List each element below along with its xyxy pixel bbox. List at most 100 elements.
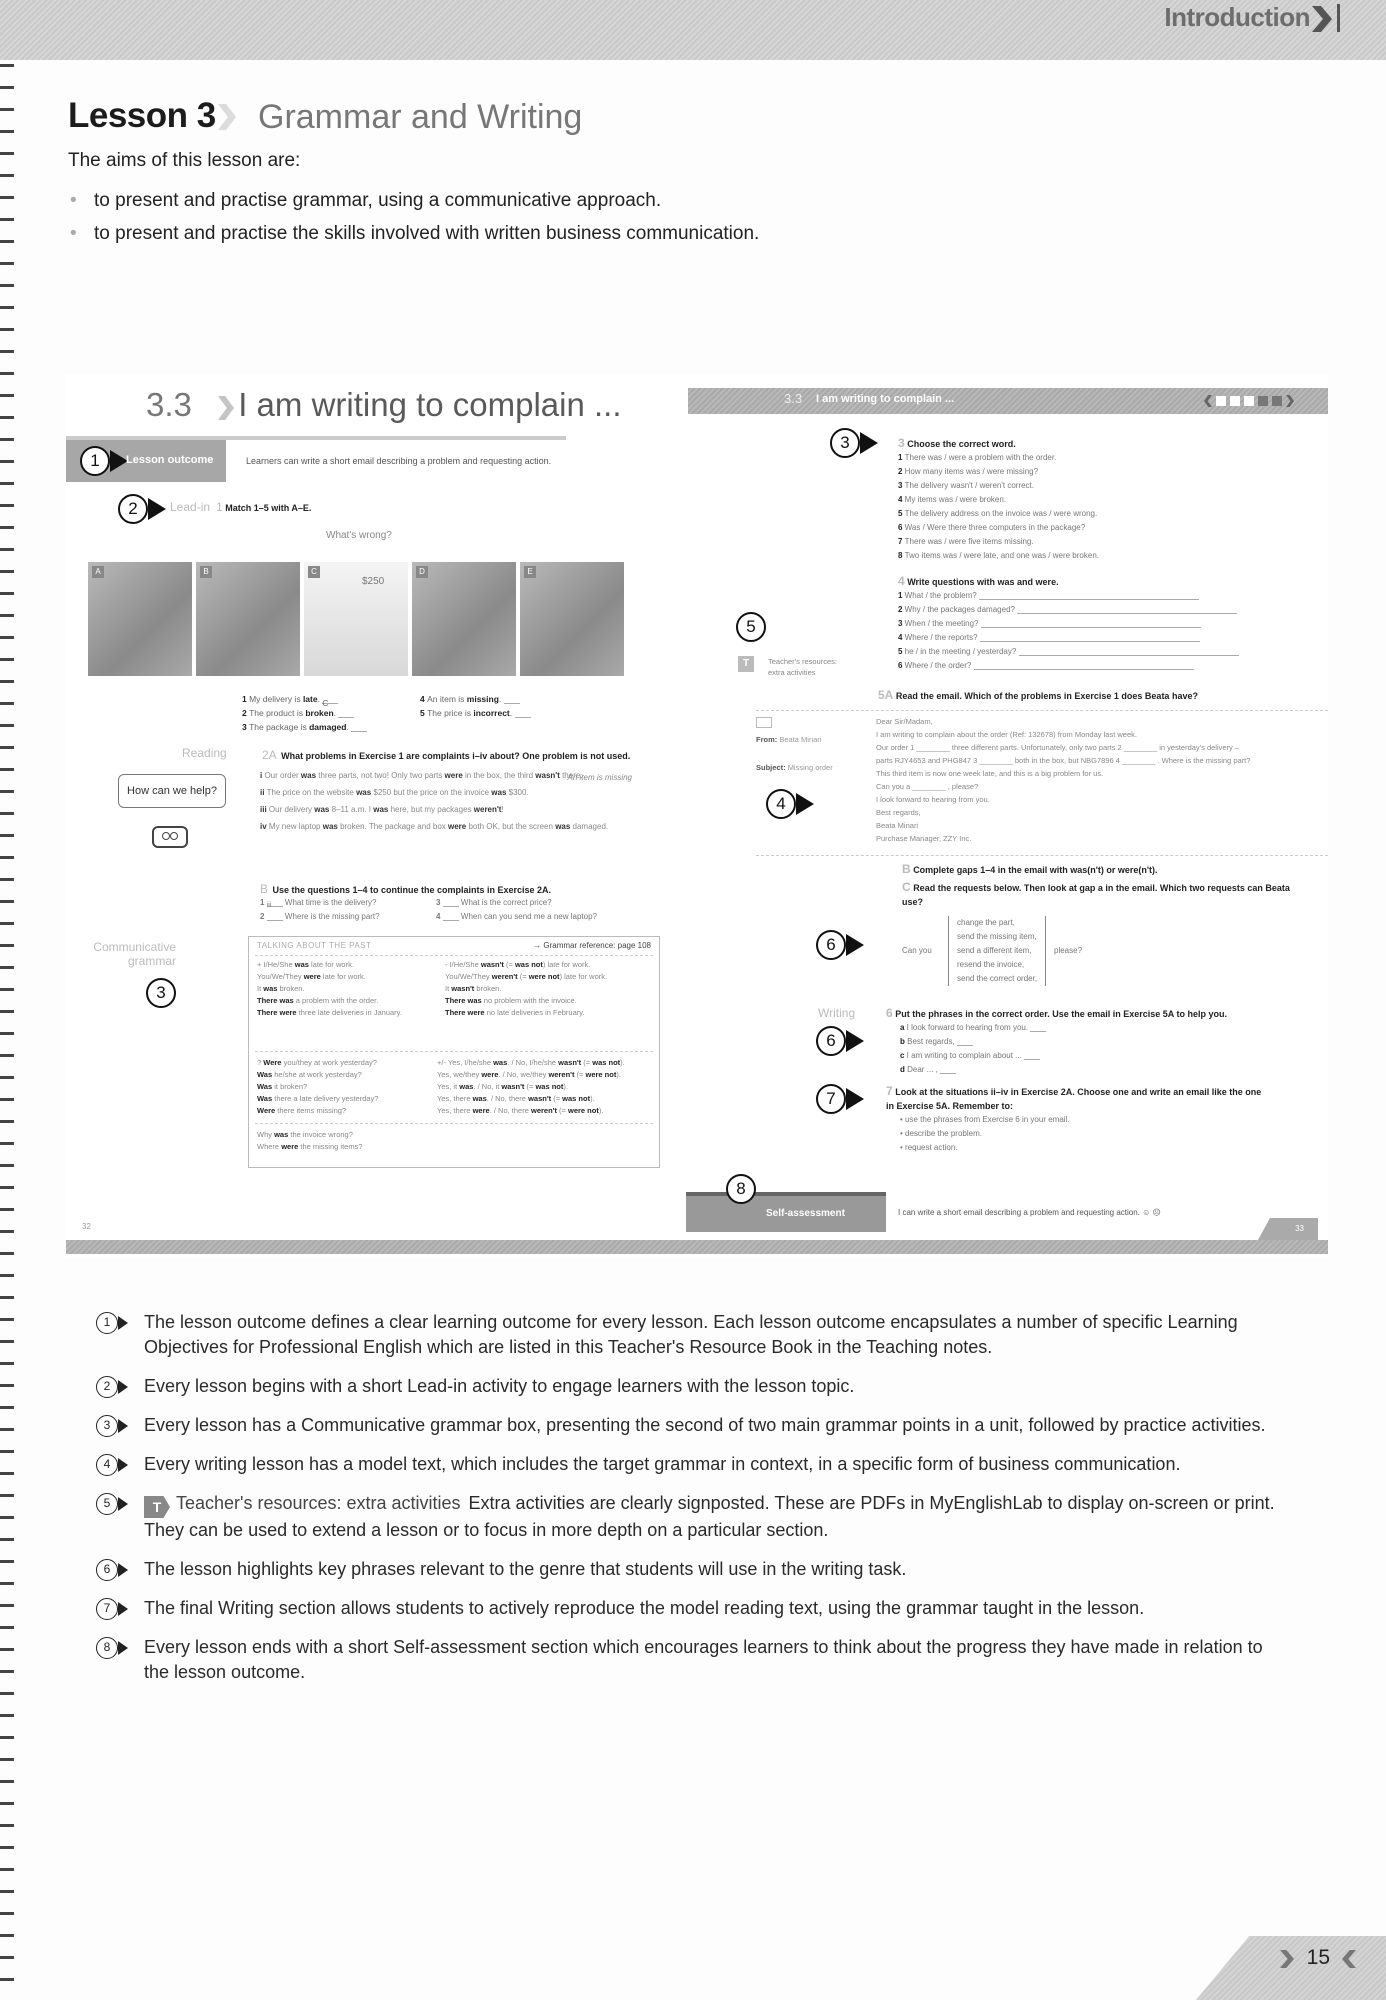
bullet-item: • describe the problem.	[900, 1129, 982, 1138]
grammar-reference-link[interactable]: → Grammar reference: page 108	[533, 941, 651, 950]
answer-blank[interactable]	[266, 913, 283, 921]
lesson-dot[interactable]	[1230, 396, 1240, 406]
item-text: Two items was / were late, and one was /…	[904, 551, 1099, 560]
spiral-ring	[0, 504, 14, 507]
email-body: Dear Sir/Madam, I am writing to complain …	[876, 715, 1256, 845]
grammar-line: There were no late deliveries in Februar…	[445, 1008, 585, 1017]
answer-blank[interactable]	[338, 710, 355, 718]
lesson-dot[interactable]	[1216, 396, 1226, 406]
exercise-item: 3 The delivery wasn't / weren't correct.	[898, 479, 1318, 493]
answer-blank[interactable]	[940, 1066, 957, 1074]
grammar-line: You/We/They weren't (= were not) late fo…	[445, 972, 608, 981]
grammar-line: There was a problem with the order.	[257, 996, 379, 1005]
callout-marker: 2	[118, 494, 148, 524]
lesson-dot[interactable]	[1258, 396, 1268, 406]
note-item: 2 Every lesson begins with a short Lead-i…	[96, 1374, 1276, 1399]
answer-blank[interactable]	[503, 696, 520, 704]
item-number: 2	[260, 912, 267, 921]
item-text: The delivery address on the invoice was …	[904, 509, 1098, 518]
spiral-ring	[0, 636, 14, 639]
spiral-ring	[0, 1538, 14, 1541]
chevron-right-icon[interactable]	[1286, 395, 1294, 407]
item-text: What / the problem?	[904, 591, 979, 600]
answer-blank[interactable]	[514, 710, 531, 718]
spiral-ring	[0, 1054, 14, 1057]
photo-tag: A	[92, 566, 104, 578]
answer-blank[interactable]	[442, 913, 459, 921]
chevron-left-icon[interactable]	[1204, 395, 1212, 407]
grammar-positive: + I/He/She was late for work. You/We/They…	[257, 959, 437, 1019]
email-line: Purchase Manager, ZZY Inc.	[876, 834, 972, 843]
spiral-ring	[0, 592, 14, 595]
spiral-ring	[0, 1846, 14, 1849]
callout-arrow-icon	[118, 1380, 128, 1394]
spiral-ring	[0, 1560, 14, 1563]
spiral-ring	[0, 658, 14, 661]
answer-blank[interactable]	[1024, 1052, 1041, 1060]
aims-list: to present and practise grammar, using a…	[68, 184, 759, 250]
exercise-item: d Dear ... ,	[900, 1063, 1326, 1077]
answer-line[interactable]	[973, 662, 1194, 670]
exercise-number: 4	[898, 574, 905, 588]
exercise-number: C	[902, 880, 911, 894]
item-number: 7	[898, 537, 905, 546]
lesson-outcome-text: Learners can write a short email describ…	[246, 456, 552, 466]
answer-line[interactable]	[979, 634, 1200, 642]
spiral-ring	[0, 1582, 14, 1585]
item-number: 3	[898, 481, 905, 490]
answer-blank[interactable]	[956, 1038, 973, 1046]
smiley-icon[interactable]: ☺	[1142, 1208, 1150, 1217]
answer-blank[interactable]	[442, 899, 459, 907]
email-line: Our order 1 ________ three different par…	[876, 743, 1251, 765]
match-item: 2 The product is broken.	[242, 706, 420, 720]
spiral-ring	[0, 900, 14, 903]
bullet-item: • request action.	[900, 1143, 958, 1152]
exercise-1-title: 1 Match 1–5 with A–E.	[216, 500, 311, 514]
item-text: My items was / were broken.	[904, 495, 1007, 504]
divider-bar	[1337, 4, 1340, 32]
spiral-ring	[0, 152, 14, 155]
exercise-instruction: Choose the correct word.	[907, 439, 1016, 449]
grammar-line: It was broken.	[257, 984, 305, 993]
answer-blank[interactable]	[1030, 1024, 1047, 1032]
note-text: The lesson highlights key phrases releva…	[144, 1559, 907, 1579]
spiral-ring	[0, 1274, 14, 1277]
exercise-number: 7	[886, 1084, 893, 1098]
item-text: Why / the packages damaged?	[904, 605, 1018, 614]
answer-line[interactable]	[1018, 648, 1239, 656]
item-text: There was / were a problem with the orde…	[904, 453, 1057, 462]
answer-line[interactable]	[1017, 606, 1238, 614]
unit-title-text: I am writing to complain ...	[238, 386, 622, 423]
grammar-negative: - I/He/She wasn't (= was not) late for w…	[445, 959, 655, 1019]
grammar-line: There was no problem with the invoice.	[445, 996, 577, 1005]
match-list: 1 My delivery is late. C4 An item is mis…	[242, 692, 570, 734]
answer-line[interactable]	[978, 592, 1199, 600]
spiral-ring	[0, 966, 14, 969]
sad-face-icon[interactable]: ☹	[1153, 1208, 1161, 1217]
spiral-ring	[0, 196, 14, 199]
request-option: change the part,	[957, 918, 1015, 927]
keyword: broken	[305, 708, 334, 718]
item-number: 1	[242, 694, 250, 704]
lesson-dot-current[interactable]	[1244, 396, 1254, 406]
answer-blank[interactable]: C	[322, 696, 339, 708]
bullet-item: • use the phrases from Exercise 6 in you…	[900, 1115, 1070, 1124]
lesson-dot[interactable]	[1272, 396, 1282, 406]
item-number: 4	[898, 633, 905, 642]
textbook-spread: 3.3 I am writing to complain ... 1 Lesso…	[66, 374, 1328, 1258]
callout-arrow-icon	[846, 1088, 864, 1110]
spiral-ring	[0, 988, 14, 991]
self-assessment-label: Self-assessment	[766, 1208, 845, 1219]
answer-line[interactable]	[980, 620, 1201, 628]
spiral-ring	[0, 856, 14, 859]
exercise-2a-title: 2A What problems in Exercise 1 are compl…	[262, 746, 630, 764]
spiral-ring	[0, 306, 14, 309]
spiral-ring	[0, 1340, 14, 1343]
spiral-ring	[0, 878, 14, 881]
requests-list: change the part, send the missing item, se…	[948, 916, 1047, 986]
answer-blank[interactable]: iii	[266, 899, 283, 909]
answer-blank[interactable]	[351, 724, 368, 732]
price-label: $250	[362, 576, 385, 587]
spiral-ring	[0, 482, 14, 485]
email-line: This third item is now one week late, an…	[876, 769, 1104, 778]
